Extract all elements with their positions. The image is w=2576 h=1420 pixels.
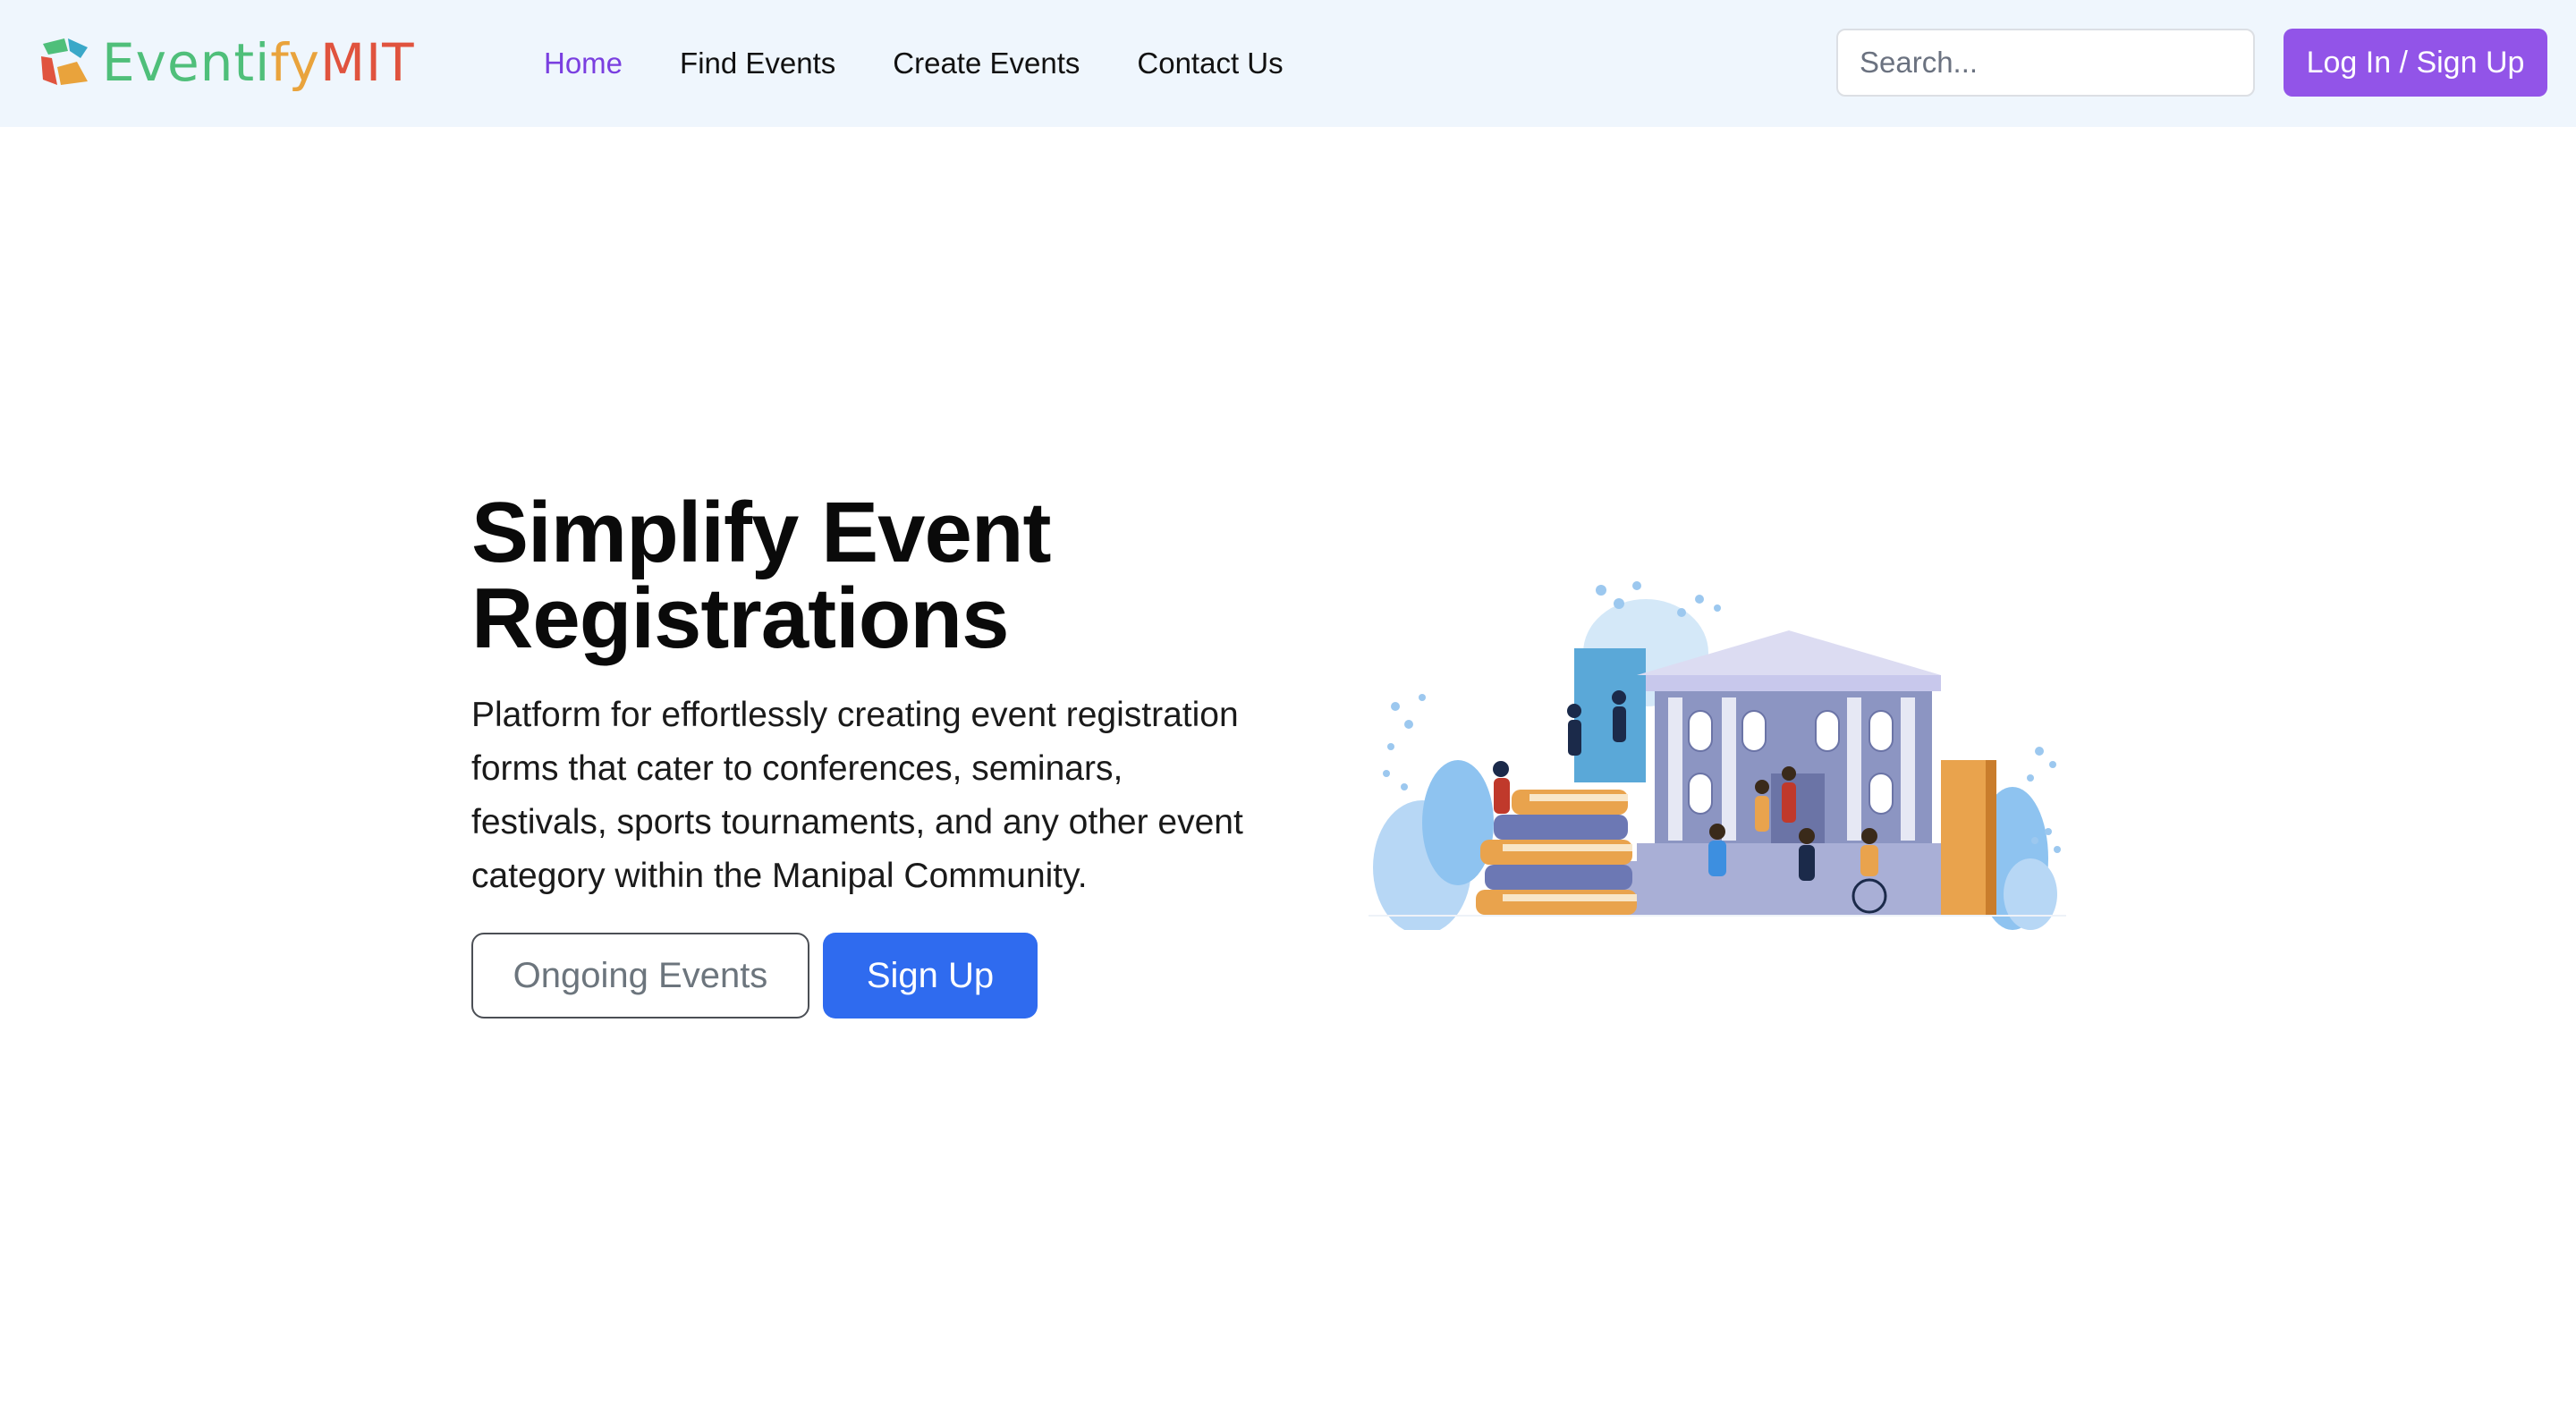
brand-logo[interactable]: EventifyMIT (38, 32, 415, 93)
login-signup-button[interactable]: Log In / Sign Up (2284, 29, 2547, 97)
ongoing-events-button[interactable]: Ongoing Events (471, 933, 809, 1019)
university-illustration (1368, 581, 2066, 930)
search-input[interactable] (1836, 29, 2255, 97)
brand-name: EventifyMIT (102, 32, 415, 93)
hero-description: Platform for effortlessly creating event… (471, 696, 1243, 895)
navbar: EventifyMIT Home Find Events Create Even… (0, 0, 2576, 127)
nav-find-events[interactable]: Find Events (680, 46, 835, 80)
nav-contact-us[interactable]: Contact Us (1137, 46, 1283, 80)
eventify-logo-icon (41, 38, 88, 85)
hero-title: Simplify Event Registrations (471, 485, 1052, 666)
nav-home[interactable]: Home (544, 46, 623, 80)
sign-up-button[interactable]: Sign Up (823, 933, 1038, 1019)
nav-create-events[interactable]: Create Events (893, 46, 1080, 80)
nav-links: Home Find Events Create Events Contact U… (544, 0, 1341, 127)
